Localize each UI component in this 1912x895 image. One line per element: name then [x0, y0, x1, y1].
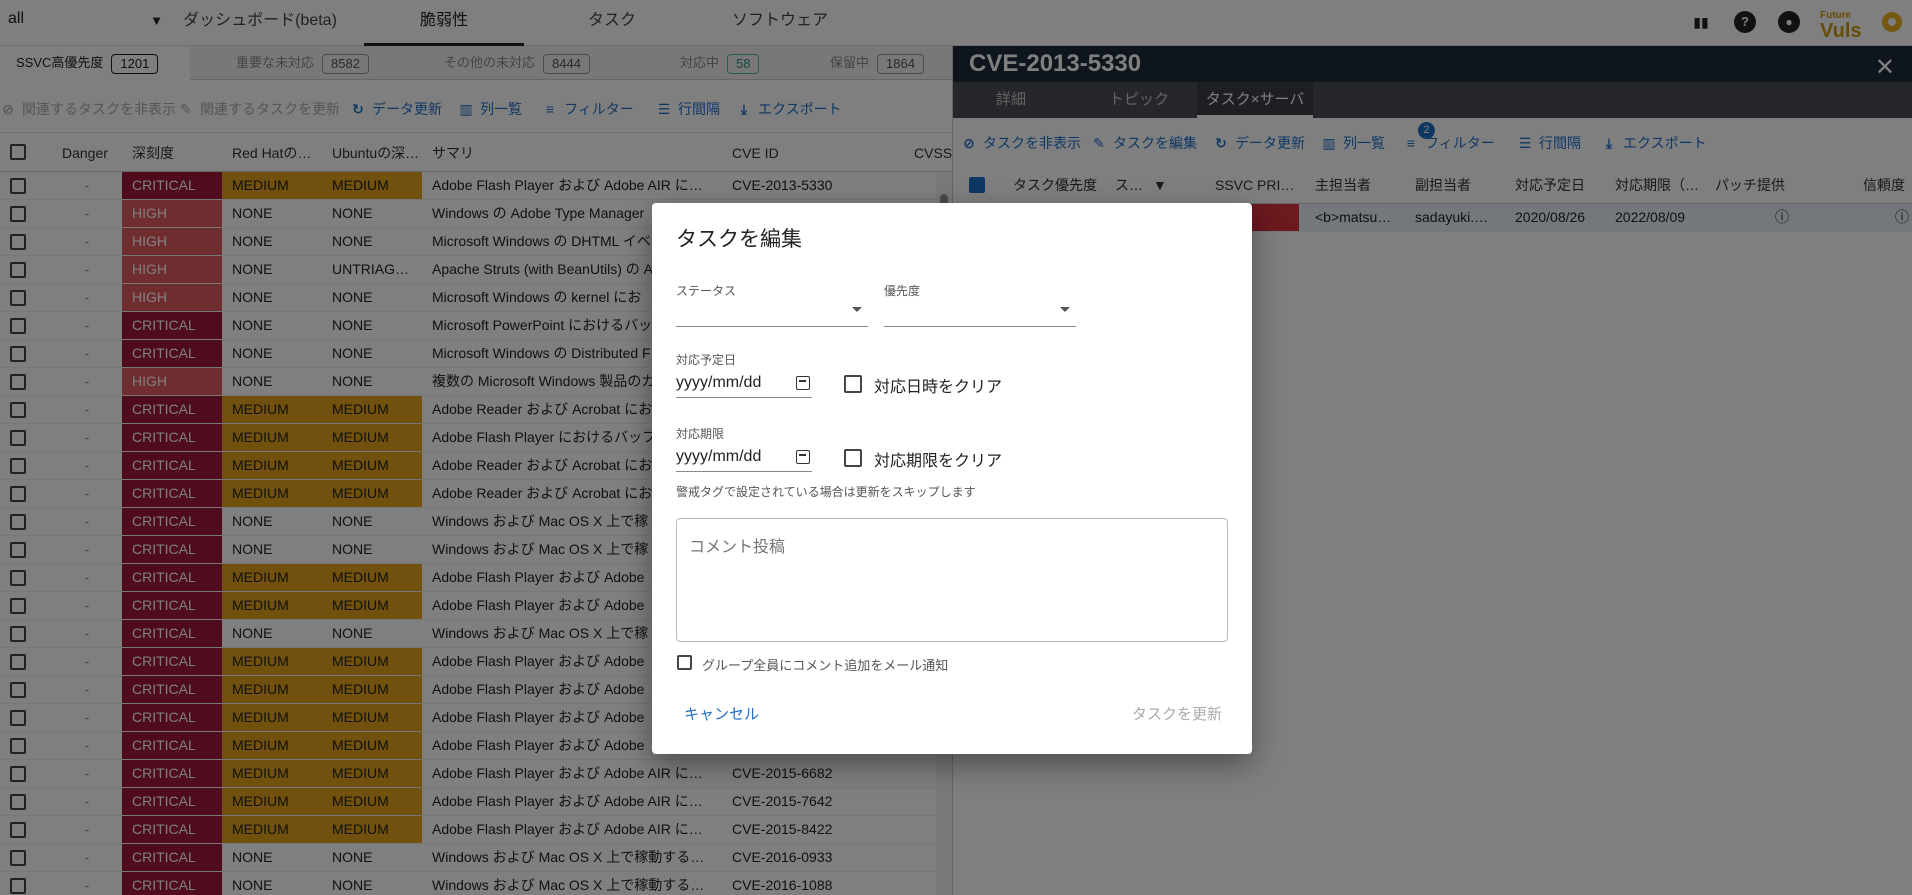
clear-planned-date-checkbox[interactable] [844, 375, 862, 393]
calendar-icon[interactable] [796, 376, 810, 390]
chevron-down-icon [852, 307, 862, 312]
clear-planned-date-label: 対応日時をクリア [874, 379, 1003, 396]
update-task-button[interactable]: タスクを更新 [1132, 703, 1222, 727]
due-date-placeholder: yyyy/mm/dd [676, 448, 762, 465]
clear-due-date-label: 対応期限をクリア [874, 453, 1003, 470]
skip-note: 警戒タグで設定されている場合は更新をスキップします [676, 485, 976, 499]
priority-select[interactable] [884, 297, 1076, 327]
notify-group-checkbox[interactable] [677, 655, 692, 670]
clear-due-date-checkbox[interactable] [844, 449, 862, 467]
planned-date-label: 対応予定日 [676, 353, 737, 367]
due-date-label: 対応期限 [676, 427, 725, 441]
calendar-icon[interactable] [796, 450, 810, 464]
planned-date-input[interactable]: yyyy/mm/dd [676, 368, 812, 398]
comment-input[interactable] [676, 518, 1228, 642]
chevron-down-icon [1060, 307, 1070, 312]
edit-task-dialog: タスクを編集 ステータス 優先度 対応予定日 yyyy/mm/dd 対応日時をク… [652, 203, 1252, 754]
due-date-input[interactable]: yyyy/mm/dd [676, 442, 812, 472]
status-select[interactable] [676, 297, 868, 327]
notify-group-label: グループ全員にコメント追加をメール通知 [702, 658, 949, 673]
planned-date-placeholder: yyyy/mm/dd [676, 374, 762, 391]
cancel-button[interactable]: キャンセル [684, 703, 759, 727]
dialog-title: タスクを編集 [676, 228, 802, 251]
